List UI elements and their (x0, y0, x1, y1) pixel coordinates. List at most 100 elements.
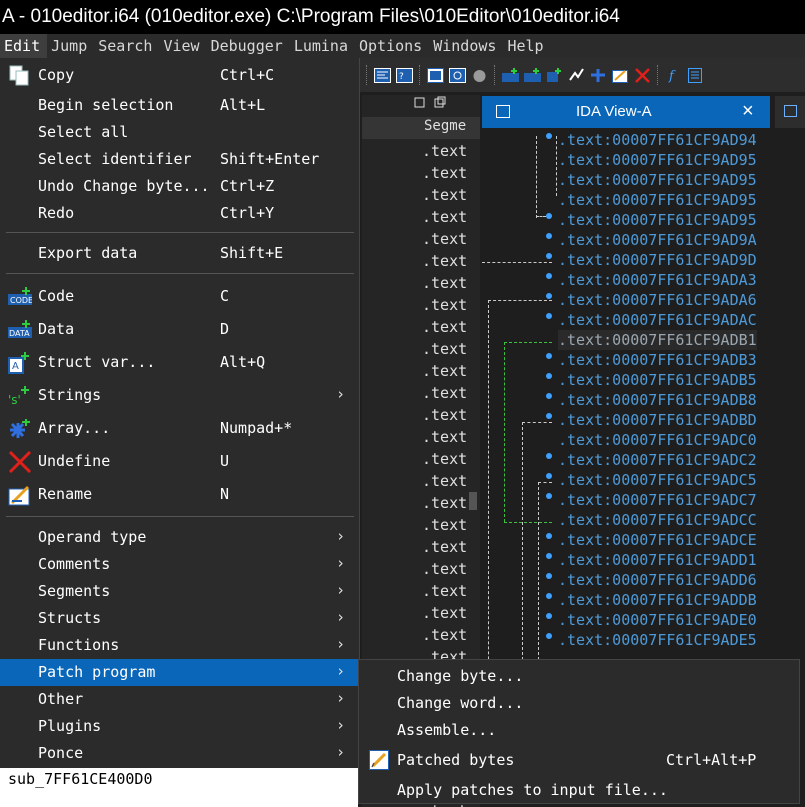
disasm-line[interactable]: .text:00007FF61CF9ADAC (558, 310, 757, 330)
disasm-line[interactable]: .text:00007FF61CF9ADC5 (558, 470, 757, 490)
disasm-line[interactable]: .text:00007FF61CF9ADC7 (558, 490, 757, 510)
menu-item-operand-type[interactable]: Operand type › (0, 524, 358, 551)
menu-item-comments[interactable]: Comments › (0, 551, 358, 578)
struct-icon[interactable] (545, 66, 564, 85)
segment-row[interactable]: .text (422, 382, 467, 404)
segments-column-header[interactable]: Segme (424, 118, 466, 134)
menu-item-apply-patches[interactable]: Apply patches to input file... (359, 776, 799, 804)
menu-item-assemble[interactable]: Assemble... (359, 716, 799, 744)
menu-item-change-word[interactable]: Change word... (359, 689, 799, 717)
list-item[interactable]: sub_7FF61CE400D0 (0, 769, 358, 789)
panel-window-controls[interactable] (412, 96, 462, 113)
segment-row[interactable]: .text (422, 316, 467, 338)
disasm-line[interactable]: .text:00007FF61CF9ADA3 (558, 270, 757, 290)
close-icon[interactable]: × (742, 100, 754, 123)
menu-item-undefine[interactable]: Undefine U (0, 448, 358, 475)
segment-row[interactable]: .text (422, 492, 467, 514)
address-list[interactable]: .text:00007FF61CF9AD94 .text:00007FF61CF9… (558, 130, 757, 650)
disasm-line[interactable]: .text:00007FF61CF9ADCE (558, 530, 757, 550)
menu-options[interactable]: Options (355, 34, 429, 58)
menu-windows[interactable]: Windows (429, 34, 503, 58)
disasm-line[interactable]: .text:00007FF61CF9ADA6 (558, 290, 757, 310)
segment-row[interactable]: .text (422, 228, 467, 250)
menu-item-segments[interactable]: Segments › (0, 578, 358, 605)
disasm-line[interactable]: .text:00007FF61CF9AD95 (558, 190, 757, 210)
menu-jump[interactable]: Jump (47, 34, 94, 58)
disasm-line[interactable]: .text:00007FF61CF9AD94 (558, 130, 757, 150)
hex-view-icon[interactable] (448, 66, 467, 85)
segment-row[interactable]: .text (422, 426, 467, 448)
segment-row[interactable]: .text (422, 140, 467, 162)
disasm-line[interactable]: .text:00007FF61CF9ADDB (558, 590, 757, 610)
menu-item-change-byte[interactable]: Change byte... (359, 662, 799, 690)
segment-row[interactable]: .text (422, 470, 467, 492)
segment-row[interactable]: .text (422, 404, 467, 426)
segment-row[interactable]: .text (422, 162, 467, 184)
menu-item-select-all[interactable]: Select all (0, 119, 358, 146)
menu-item-strings[interactable]: 's' Strings › (0, 382, 358, 409)
menu-search[interactable]: Search (94, 34, 159, 58)
menu-item-rename[interactable]: Rename N (0, 481, 358, 508)
graph-view-icon[interactable] (373, 66, 392, 85)
menu-help[interactable]: Help (503, 34, 550, 58)
debug-icon[interactable] (470, 66, 489, 85)
array-toolbar-icon[interactable] (589, 66, 608, 85)
segment-row[interactable]: .text (422, 448, 467, 470)
menu-item-data[interactable]: DATA Data D (0, 316, 358, 343)
disasm-line[interactable]: .text:00007FF61CF9AD9D (558, 250, 757, 270)
menu-item-patch-program[interactable]: Patch program › (0, 659, 358, 686)
segment-row[interactable]: .text (422, 206, 467, 228)
menu-item-undo[interactable]: Undo Change byte... Ctrl+Z (0, 173, 358, 200)
disasm-line[interactable]: .text:00007FF61CF9AD95 (558, 210, 757, 230)
menu-item-export-data[interactable]: Export data Shift+E (0, 240, 358, 267)
text-view-icon[interactable]: ? (395, 66, 414, 85)
disasm-line[interactable]: .text:00007FF61CF9AD9A (558, 230, 757, 250)
undefine-toolbar-icon[interactable] (633, 66, 652, 85)
disasm-line[interactable]: .text:00007FF61CF9ADBD (558, 410, 757, 430)
disasm-line[interactable]: .text:00007FF61CF9ADC0 (558, 430, 757, 450)
disasm-line[interactable]: .text:00007FF61CF9ADB8 (558, 390, 757, 410)
segment-row[interactable]: .text (422, 250, 467, 272)
menu-item-copy[interactable]: Copy Ctrl+C (0, 62, 358, 89)
menu-item-patched-bytes[interactable]: Patched bytes Ctrl+Alt+P (359, 746, 799, 774)
disasm-line[interactable]: .text:00007FF61CF9ADD1 (558, 550, 757, 570)
disasm-line[interactable]: .text:00007FF61CF9ADC2 (558, 450, 757, 470)
disasm-line[interactable]: .text:00007FF61CF9ADB1 (558, 330, 757, 350)
menu-edit[interactable]: Edit (0, 34, 48, 58)
menu-item-struct-var[interactable]: A Struct var... Alt+Q (0, 349, 358, 376)
segment-row[interactable]: .text (422, 536, 467, 558)
menu-item-other[interactable]: Other › (0, 686, 358, 713)
menu-item-code[interactable]: CODE Code C (0, 283, 358, 310)
segment-row[interactable]: .text (422, 360, 467, 382)
menu-view[interactable]: View (159, 34, 206, 58)
menu-item-functions[interactable]: Functions › (0, 632, 358, 659)
make-code-icon[interactable] (501, 66, 520, 85)
segment-row[interactable]: .text (422, 558, 467, 580)
segments-scrollbar[interactable] (469, 492, 477, 510)
menu-item-select-identifier[interactable]: Select identifier Shift+Enter (0, 146, 358, 173)
tab-ida-view-a[interactable]: IDA View-A × (482, 96, 770, 128)
segment-row[interactable]: .text (422, 514, 467, 536)
disasm-line[interactable]: .text:00007FF61CF9ADB5 (558, 370, 757, 390)
disasm-line[interactable]: .text:00007FF61CF9AD95 (558, 150, 757, 170)
menu-item-plugins[interactable]: Plugins › (0, 713, 358, 740)
menu-item-structs[interactable]: Structs › (0, 605, 358, 632)
disasm-line[interactable]: .text:00007FF61CF9ADB3 (558, 350, 757, 370)
segment-row[interactable]: .text (422, 338, 467, 360)
string-icon[interactable] (567, 66, 586, 85)
list-icon[interactable] (686, 66, 705, 85)
menu-lumina[interactable]: Lumina (290, 34, 355, 58)
menu-item-ponce[interactable]: Ponce › (0, 740, 358, 767)
segment-row[interactable]: .text (422, 184, 467, 206)
disasm-line[interactable]: .text:00007FF61CF9ADD6 (558, 570, 757, 590)
disasm-line[interactable]: .text:00007FF61CF9AD95 (558, 170, 757, 190)
segment-row[interactable]: .text (422, 580, 467, 602)
segment-row[interactable]: .text (422, 272, 467, 294)
rename-toolbar-icon[interactable] (611, 66, 630, 85)
segment-row[interactable]: .text (422, 602, 467, 624)
window-icon[interactable] (426, 66, 445, 85)
menu-item-array[interactable]: Array... Numpad+* (0, 415, 358, 442)
segment-row[interactable]: .text (422, 294, 467, 316)
menu-debugger[interactable]: Debugger (207, 34, 290, 58)
tab-second-view[interactable] (775, 96, 805, 128)
